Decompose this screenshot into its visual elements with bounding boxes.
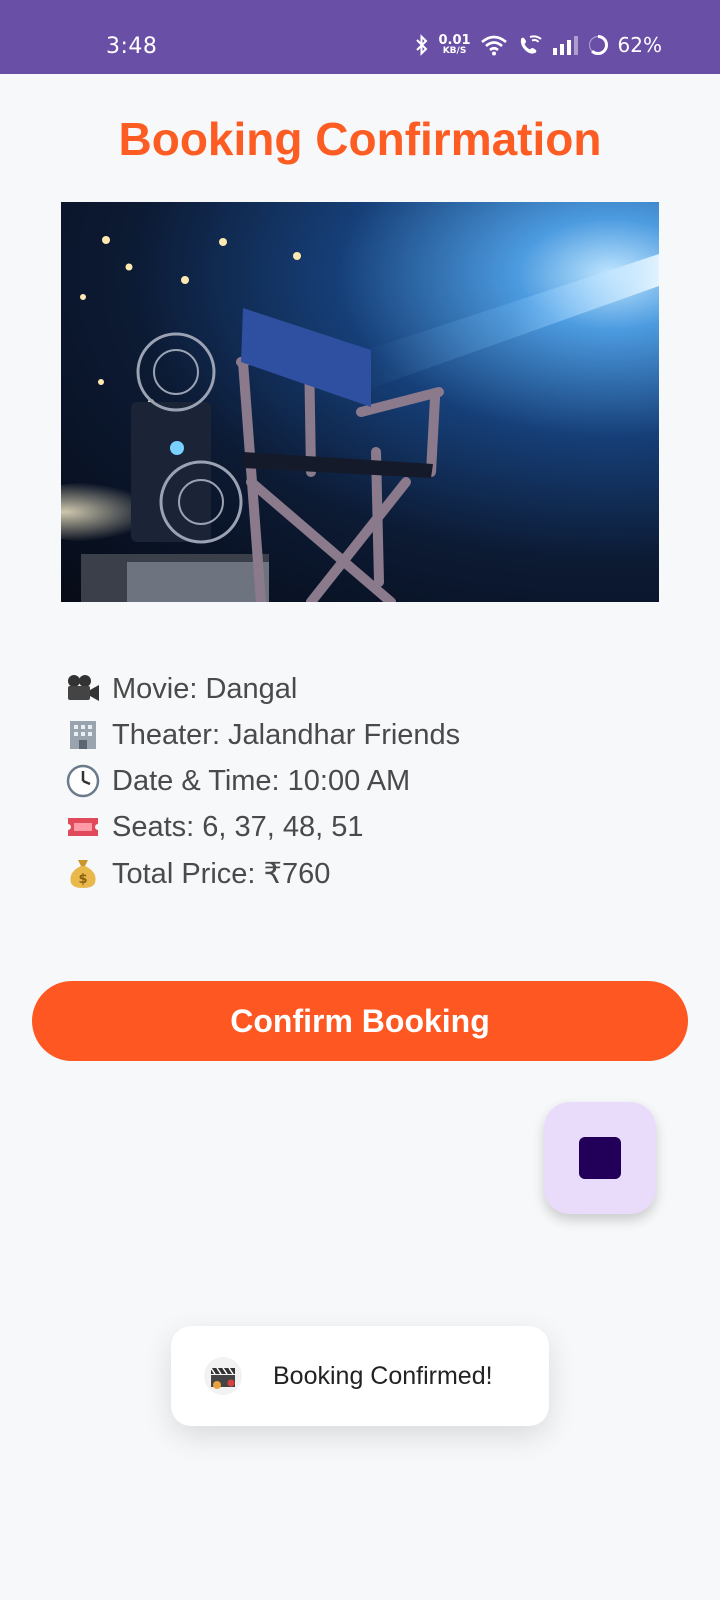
bluetooth-icon	[415, 34, 429, 56]
detail-movie: Movie: Dangal	[64, 666, 460, 712]
app-icon	[203, 1356, 243, 1396]
booking-details: Movie: Dangal Theater: Jalandhar Friends…	[64, 666, 460, 896]
movie-poster-image	[61, 202, 659, 602]
network-speed-unit: KB/S	[442, 46, 467, 56]
status-bar: 3:48 0.01 KB/S 62%	[0, 0, 720, 74]
toast-message: Booking Confirmed!	[273, 1361, 493, 1390]
signal-icon	[552, 35, 578, 55]
status-time: 3:48	[106, 34, 158, 59]
movie-camera-icon	[64, 672, 102, 706]
status-icons: 0.01 KB/S 62%	[415, 30, 662, 60]
ticket-icon	[64, 810, 102, 844]
detail-theater-text: Theater: Jalandhar Friends	[112, 718, 461, 751]
stop-icon	[579, 1137, 621, 1179]
network-speed: 0.01 KB/S	[438, 34, 470, 56]
toast-notification: Booking Confirmed!	[171, 1326, 549, 1426]
detail-price: $ Total Price: ₹760	[64, 850, 460, 896]
battery-ring-icon	[587, 34, 609, 56]
page-title: Booking Confirmation	[118, 113, 602, 165]
wifi-icon	[480, 34, 508, 56]
confirm-booking-button[interactable]: Confirm Booking	[32, 981, 688, 1061]
detail-price-text: Total Price: ₹760	[112, 857, 331, 890]
detail-seats: Seats: 6, 37, 48, 51	[64, 804, 460, 850]
stop-fab-button[interactable]	[544, 1102, 656, 1214]
detail-seats-text: Seats: 6, 37, 48, 51	[112, 810, 364, 843]
svg-text:$: $	[78, 872, 87, 887]
wifi-calling-icon	[517, 34, 543, 56]
building-icon	[64, 718, 102, 752]
detail-datetime: Date & Time: 10:00 AM	[64, 758, 460, 804]
detail-theater: Theater: Jalandhar Friends	[64, 712, 460, 758]
battery-percentage: 62%	[617, 33, 662, 57]
clock-icon	[64, 764, 102, 798]
detail-movie-text: Movie: Dangal	[112, 672, 298, 705]
detail-datetime-text: Date & Time: 10:00 AM	[112, 764, 411, 797]
money-bag-icon: $	[64, 856, 102, 890]
